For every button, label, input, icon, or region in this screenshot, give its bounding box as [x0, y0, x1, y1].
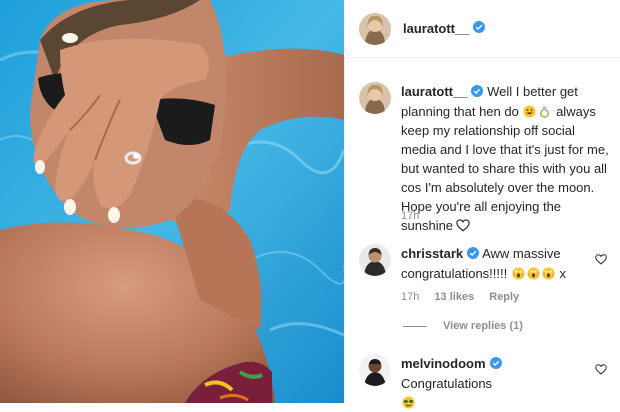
- comment: melvinodoom Congratulations: [359, 354, 615, 412]
- caption-username[interactable]: lauratott__: [401, 84, 467, 99]
- post-caption: lauratott__ Well I better get planning t…: [359, 82, 609, 235]
- grinning-face-emoji-icon: [523, 105, 536, 118]
- comment: chrisstark Aww massive congratulations!!…: [359, 244, 615, 283]
- heart-outline-icon[interactable]: [595, 254, 607, 265]
- comment-body: melvinodoom Congratulations: [401, 354, 591, 412]
- verified-badge-icon: [471, 83, 484, 102]
- verified-badge-icon: [489, 355, 502, 374]
- comment-meta: 17h 13 likes Reply: [401, 291, 531, 303]
- instagram-post: lauratott__ lauratott__ Well I better ge…: [0, 0, 620, 409]
- commenter-avatar-icon: [359, 354, 391, 386]
- avatar[interactable]: [359, 82, 391, 114]
- verified-badge-icon: [473, 20, 486, 38]
- heart-outline-icon: [456, 219, 470, 232]
- avatar[interactable]: [359, 354, 391, 386]
- avatar[interactable]: [359, 12, 391, 45]
- screaming-face-emoji-icon: [542, 267, 555, 280]
- caption-text-part2: always keep my relationship off social m…: [401, 104, 609, 234]
- comment-timestamp[interactable]: 17h: [401, 291, 419, 303]
- reply-button[interactable]: Reply: [489, 291, 519, 303]
- caption-body: lauratott__ Well I better get planning t…: [401, 82, 609, 235]
- profile-avatar-icon: [359, 12, 391, 45]
- ring-emoji-icon: [540, 106, 550, 118]
- post-side-panel: lauratott__ lauratott__ Well I better ge…: [344, 0, 620, 409]
- comment-username[interactable]: chrisstark: [401, 246, 463, 261]
- comment-text: Congratulations: [401, 376, 493, 392]
- profile-avatar-icon: [359, 82, 391, 114]
- replies-divider: [403, 325, 427, 327]
- comment-username[interactable]: melvinodoom: [401, 356, 486, 371]
- comment-likes[interactable]: 13 likes: [434, 291, 474, 303]
- post-image: [0, 0, 344, 403]
- heart-outline-icon[interactable]: [595, 364, 607, 375]
- post-photo[interactable]: [0, 0, 344, 403]
- view-replies-button[interactable]: View replies (1): [403, 320, 523, 332]
- comment-body: chrisstark Aww massive congratulations!!…: [401, 244, 587, 283]
- caption-timestamp[interactable]: 17h: [401, 210, 419, 222]
- comment-suffix: x: [559, 266, 566, 282]
- avatar[interactable]: [359, 244, 391, 276]
- post-header: lauratott__: [345, 0, 620, 58]
- view-replies-label: View replies (1): [443, 320, 523, 332]
- screaming-face-emoji-icon: [527, 267, 540, 280]
- post-author-username[interactable]: lauratott__: [403, 21, 469, 36]
- screaming-face-emoji-icon: [512, 267, 525, 280]
- commenter-avatar-icon: [359, 244, 391, 276]
- verified-badge-icon: [467, 245, 480, 264]
